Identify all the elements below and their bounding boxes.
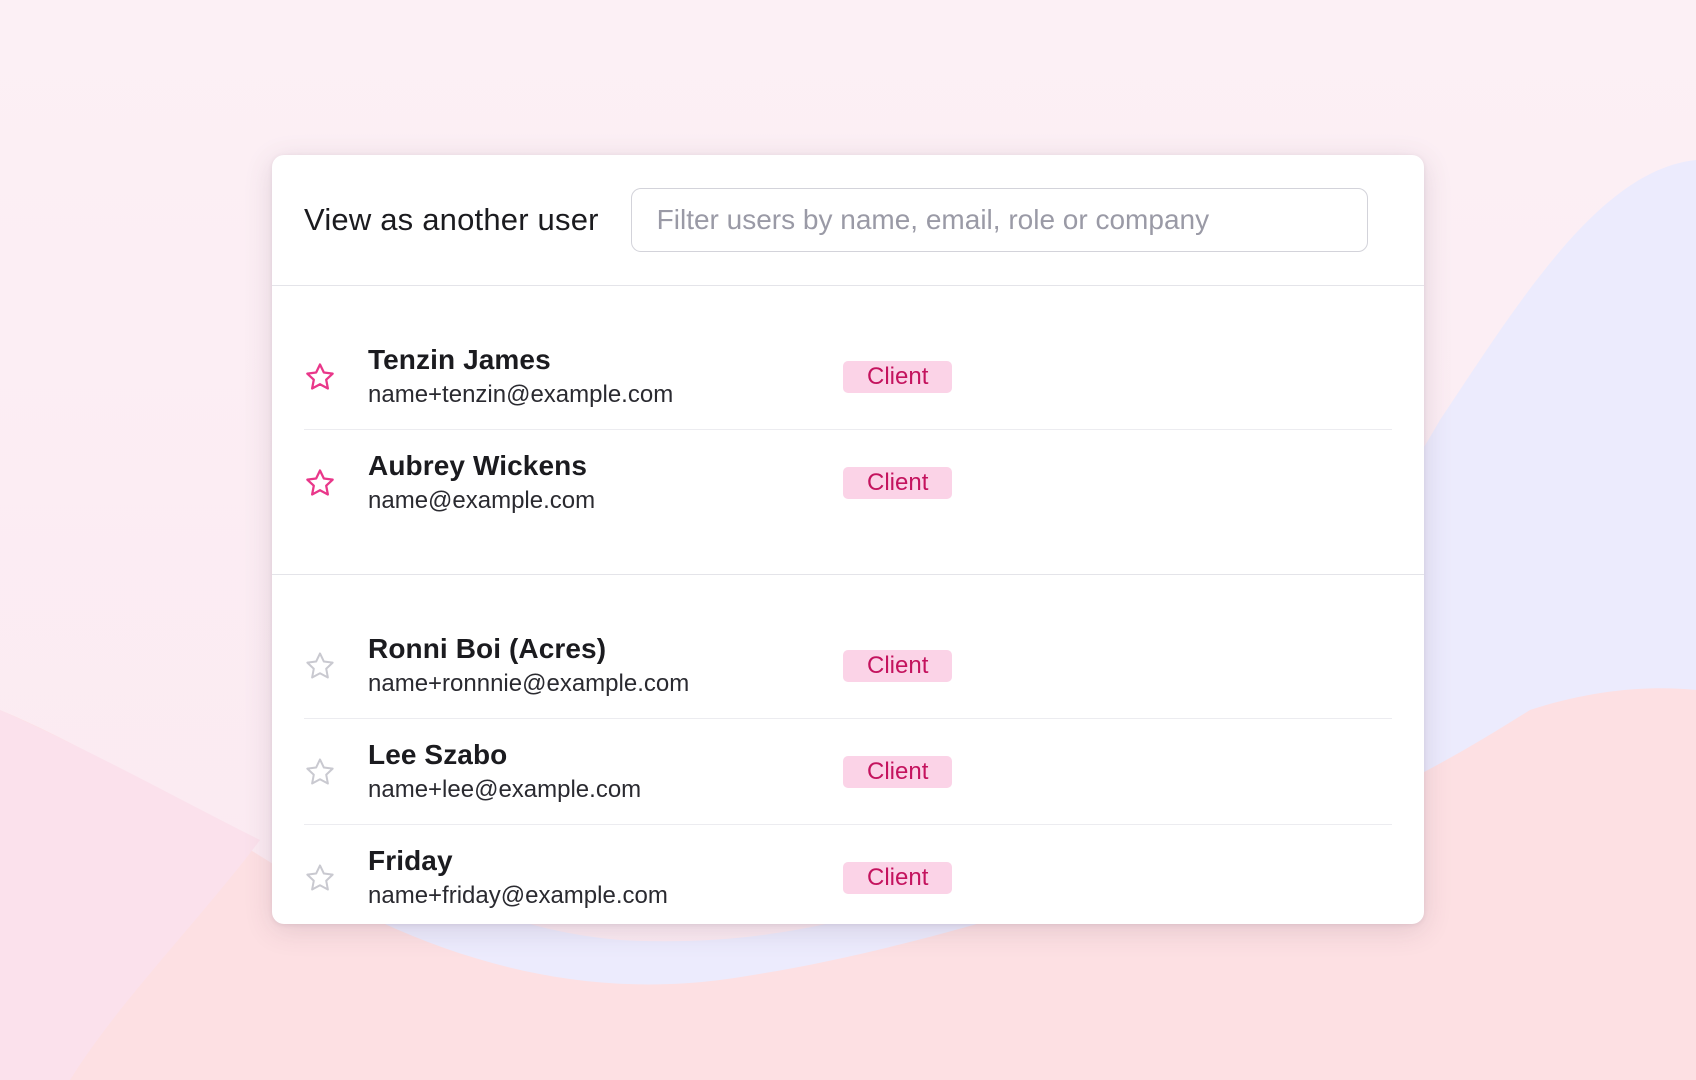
user-info: Ronni Boi (Acres) name+ronnnie@example.c… (368, 631, 843, 701)
star-outline-icon[interactable] (304, 650, 336, 682)
view-as-user-dialog: View as another user Tenzin James name+t… (272, 155, 1424, 924)
star-outline-icon[interactable] (304, 862, 336, 894)
user-row[interactable]: Ronni Boi (Acres) name+ronnnie@example.c… (304, 613, 1392, 719)
star-icon[interactable] (304, 361, 336, 393)
user-info: Aubrey Wickens name@example.com (368, 448, 843, 518)
role-badge: Client (843, 755, 953, 788)
dialog-header: View as another user (272, 155, 1424, 286)
user-row[interactable]: Tenzin James name+tenzin@example.com Cli… (304, 324, 1392, 430)
star-outline-icon[interactable] (304, 756, 336, 788)
favorite-users-list: Tenzin James name+tenzin@example.com Cli… (272, 286, 1424, 575)
star-icon[interactable] (304, 467, 336, 499)
all-users-list: Ronni Boi (Acres) name+ronnnie@example.c… (272, 575, 1424, 924)
user-name: Friday (368, 844, 453, 876)
user-row[interactable]: Aubrey Wickens name@example.com Client (304, 430, 1392, 536)
role-badge: Client (843, 649, 953, 682)
user-email: name+tenzin@example.com (368, 380, 674, 408)
user-name: Aubrey Wickens (368, 450, 588, 481)
user-filter-input[interactable] (630, 188, 1368, 252)
user-info: Lee Szabo name+lee@example.com (368, 737, 843, 807)
user-row[interactable]: Lee Szabo name+lee@example.com Client (304, 719, 1392, 825)
role-badge: Client (843, 360, 953, 393)
user-row[interactable]: Friday name+friday@example.com Client (304, 825, 1392, 924)
user-info: Friday name+friday@example.com (368, 843, 843, 913)
role-badge: Client (843, 467, 953, 499)
dialog-title: View as another user (304, 202, 599, 237)
user-email: name+ronnnie@example.com (368, 669, 690, 697)
user-email: name+friday@example.com (368, 881, 668, 909)
role-badge: Client (843, 861, 953, 894)
user-name: Lee Szabo (368, 738, 508, 770)
user-email: name+lee@example.com (368, 775, 642, 803)
user-name: Ronni Boi (Acres) (368, 632, 607, 664)
user-info: Tenzin James name+tenzin@example.com (368, 342, 843, 412)
user-email: name@example.com (368, 487, 596, 514)
user-name: Tenzin James (368, 343, 551, 375)
